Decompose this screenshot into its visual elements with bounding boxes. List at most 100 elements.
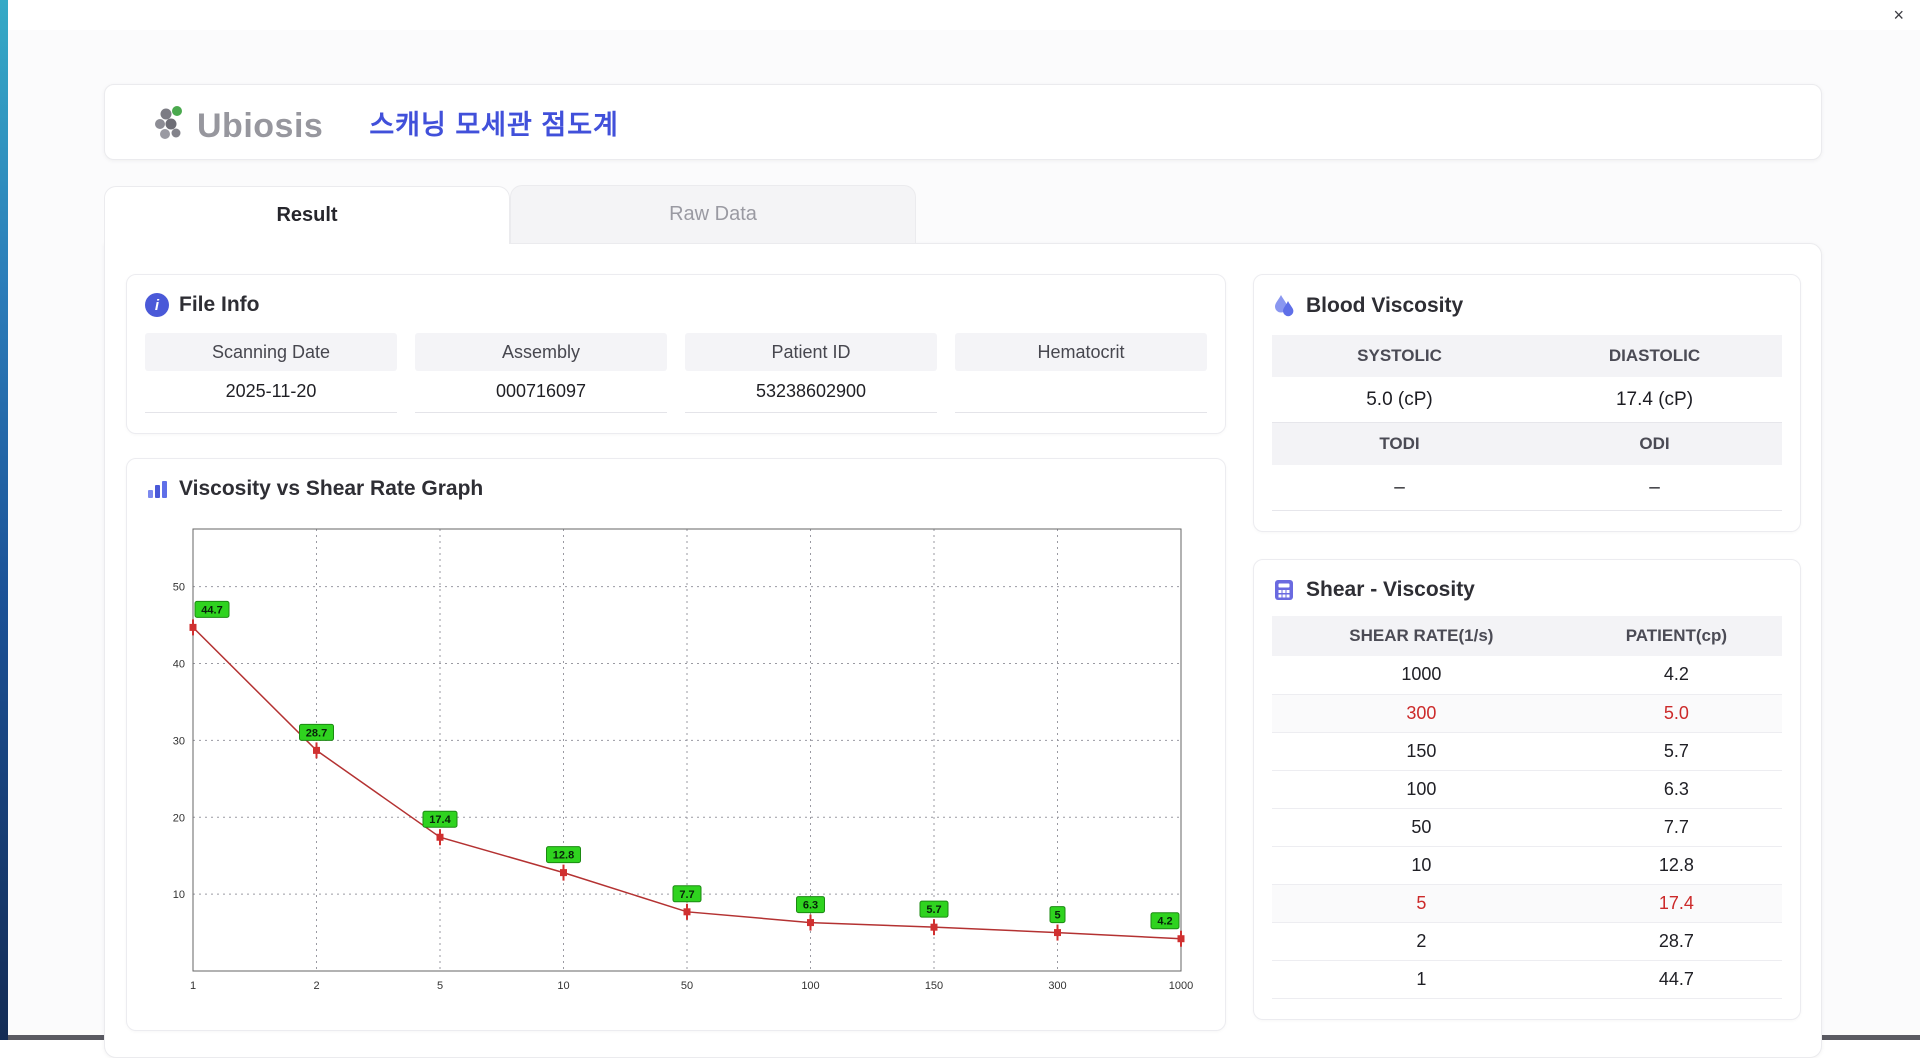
table-row-highlight: 300 5.0 — [1272, 694, 1782, 733]
svg-text:1000: 1000 — [1169, 980, 1193, 992]
page: Ubiosis 스캐닝 모세관 점도계 Result Raw Data i Fi… — [8, 30, 1920, 1058]
page-title: 스캐닝 모세관 점도계 — [369, 109, 619, 140]
graph-header: Viscosity vs Shear Rate Graph — [145, 477, 1207, 501]
cell-patient: 5.0 — [1570, 694, 1782, 733]
tab-result[interactable]: Result — [104, 186, 510, 244]
tab-raw-data-label: Raw Data — [669, 203, 757, 225]
file-info-header: i File Info — [145, 293, 1207, 317]
field-value: 2025-11-20 — [145, 371, 397, 413]
viscosity-graph-panel: Viscosity vs Shear Rate Graph 10 20 30 40 50… — [126, 458, 1226, 1031]
bv-header-diastolic: DIASTOLIC — [1527, 335, 1782, 377]
svg-text:12.8: 12.8 — [553, 850, 574, 862]
svg-text:100: 100 — [801, 980, 819, 992]
cell-shear: 300 — [1272, 694, 1571, 733]
cell-shear: 10 — [1272, 846, 1571, 885]
svg-text:5: 5 — [1054, 910, 1060, 922]
svg-text:5.7: 5.7 — [926, 904, 941, 916]
blood-viscosity-panel: Blood Viscosity SYSTOLIC DIASTOLIC 5.0 (… — [1253, 274, 1801, 532]
result-content: i File Info Scanning Date 2025-11-20 Ass… — [104, 243, 1822, 1058]
cell-shear: 1 — [1272, 960, 1571, 999]
cell-patient: 6.3 — [1570, 770, 1782, 809]
titlebar: × — [8, 0, 1920, 30]
table-row: 1000 4.2 — [1272, 656, 1782, 695]
bv-value-odi: – — [1527, 465, 1782, 511]
bv-value-todi: – — [1272, 465, 1527, 511]
shear-viscosity-panel: Shear - Viscosity SHEAR RATE(1/s) PATIEN… — [1253, 559, 1801, 1020]
svg-text:1: 1 — [190, 980, 196, 992]
svg-text:50: 50 — [173, 582, 185, 594]
viscosity-chart: 10 20 30 40 50 1 2 5 10 50 100 150 300 1000 44.7 28.7 17… — [145, 513, 1207, 1010]
file-info-title: File Info — [179, 293, 260, 316]
field-label: Hematocrit — [955, 333, 1207, 371]
svg-text:10: 10 — [173, 889, 185, 901]
table-row: 150 5.7 — [1272, 732, 1782, 771]
right-column: Blood Viscosity SYSTOLIC DIASTOLIC 5.0 (… — [1253, 274, 1801, 1031]
svg-text:44.7: 44.7 — [201, 604, 222, 616]
cell-shear: 2 — [1272, 922, 1571, 961]
blood-viscosity-title: Blood Viscosity — [1306, 294, 1464, 317]
shear-viscosity-title: Shear - Viscosity — [1306, 578, 1475, 601]
bv-header-todi: TODI — [1272, 423, 1527, 465]
app-header: Ubiosis 스캐닝 모세관 점도계 — [104, 84, 1822, 160]
table-row-highlight: 5 17.4 — [1272, 884, 1782, 923]
table-row: 50 7.7 — [1272, 808, 1782, 847]
svg-text:300: 300 — [1048, 980, 1066, 992]
svg-text:4.2: 4.2 — [1157, 916, 1172, 928]
logo-text: Ubiosis — [197, 107, 324, 145]
file-info-fields: Scanning Date 2025-11-20 Assembly 000716… — [145, 333, 1207, 413]
table-row: 1 44.7 — [1272, 960, 1782, 999]
svg-text:150: 150 — [925, 980, 943, 992]
svg-text:6.3: 6.3 — [803, 900, 818, 912]
svg-text:40: 40 — [173, 659, 185, 671]
bv-value-systolic: 5.0 (cP) — [1272, 377, 1527, 423]
tab-raw-data[interactable]: Raw Data — [510, 185, 916, 243]
cell-patient: 4.2 — [1570, 656, 1782, 695]
svg-text:17.4: 17.4 — [429, 814, 451, 826]
tab-result-label: Result — [276, 204, 338, 226]
svg-text:5: 5 — [437, 980, 443, 992]
svg-text:50: 50 — [681, 980, 693, 992]
shear-viscosity-table: SHEAR RATE(1/s) PATIENT(cp) 1000 4.2 300 5… — [1272, 616, 1782, 999]
cell-patient: 28.7 — [1570, 922, 1782, 961]
svg-text:20: 20 — [173, 812, 185, 824]
field-value: 53238602900 — [685, 371, 937, 413]
file-info-panel: i File Info Scanning Date 2025-11-20 Ass… — [126, 274, 1226, 434]
info-icon: i — [145, 293, 169, 317]
table-header-row: SHEAR RATE(1/s) PATIENT(cp) — [1272, 616, 1782, 656]
cell-patient: 12.8 — [1570, 846, 1782, 885]
cell-patient: 44.7 — [1570, 960, 1782, 999]
tab-bar: Result Raw Data — [104, 185, 1822, 244]
field-assembly: Assembly 000716097 — [415, 333, 667, 413]
field-label: Scanning Date — [145, 333, 397, 371]
shear-viscosity-header: Shear - Viscosity — [1272, 578, 1782, 602]
calculator-icon — [1275, 580, 1293, 600]
ubiosis-logo: Ubiosis — [149, 101, 323, 143]
field-value: 000716097 — [415, 371, 667, 413]
left-column: i File Info Scanning Date 2025-11-20 Ass… — [126, 274, 1226, 1031]
droplet-icon — [1275, 295, 1294, 317]
column-shear-rate: SHEAR RATE(1/s) — [1272, 616, 1571, 656]
table-row: 10 12.8 — [1272, 846, 1782, 885]
bv-header-systolic: SYSTOLIC — [1272, 335, 1527, 377]
svg-text:2: 2 — [313, 980, 319, 992]
blood-viscosity-table: SYSTOLIC DIASTOLIC 5.0 (cP) 17.4 (cP) TO… — [1272, 335, 1782, 511]
field-hematocrit: Hematocrit — [955, 333, 1207, 413]
cell-shear: 100 — [1272, 770, 1571, 809]
svg-text:28.7: 28.7 — [306, 727, 327, 739]
logo-cluster-icon — [155, 106, 182, 139]
cell-shear: 150 — [1272, 732, 1571, 771]
field-label: Patient ID — [685, 333, 937, 371]
app-window: × Ubiosis 스캐닝 모세관 점도계 Result Raw Data i … — [8, 0, 1920, 1058]
cell-shear: 5 — [1272, 884, 1571, 923]
cell-patient: 5.7 — [1570, 732, 1782, 771]
table-row: 100 6.3 — [1272, 770, 1782, 809]
field-label: Assembly — [415, 333, 667, 371]
column-patient: PATIENT(cp) — [1570, 616, 1782, 656]
cell-shear: 50 — [1272, 808, 1571, 847]
close-icon[interactable]: × — [1893, 4, 1904, 26]
svg-text:30: 30 — [173, 735, 185, 747]
svg-text:10: 10 — [557, 980, 569, 992]
bv-value-diastolic: 17.4 (cP) — [1527, 377, 1782, 423]
graph-title: Viscosity vs Shear Rate Graph — [179, 477, 484, 500]
cell-patient: 17.4 — [1570, 884, 1782, 923]
